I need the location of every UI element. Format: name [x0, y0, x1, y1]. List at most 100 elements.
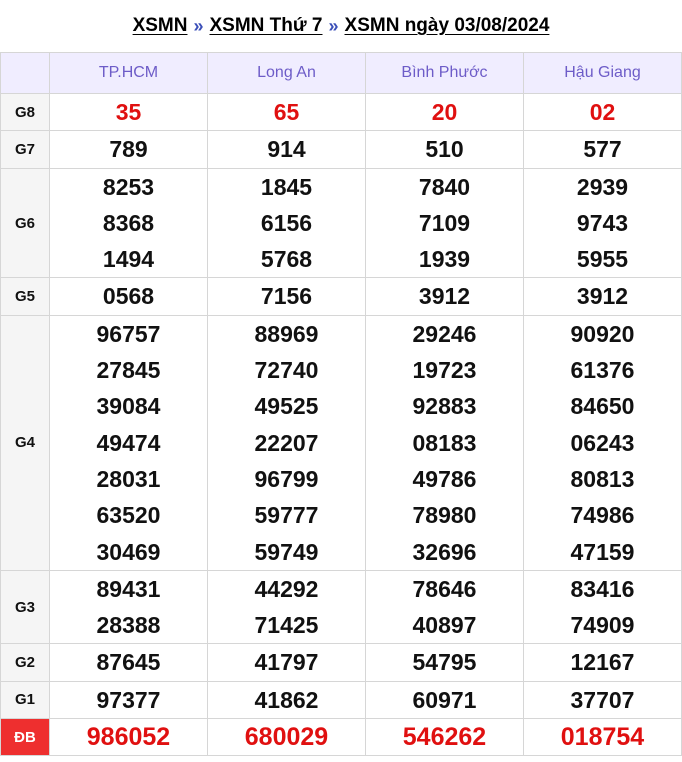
- prize-number: 914: [267, 136, 306, 163]
- prize-number: 39084: [96, 393, 161, 420]
- prize-cell: 29246 19723 92883 08183 49786 78980 32696: [365, 314, 524, 571]
- prize-row-g5: G5 0568 7156 3912 3912: [0, 277, 682, 316]
- prize-number: 5768: [260, 246, 313, 273]
- prize-number: 54795: [412, 649, 477, 676]
- prize-number: 1494: [102, 246, 155, 273]
- prize-number: 92883: [412, 393, 477, 420]
- prize-number: 986052: [86, 723, 171, 752]
- prize-number: 8253: [102, 173, 155, 200]
- prize-cell: 7156: [207, 277, 366, 316]
- prize-number: 7109: [418, 209, 471, 236]
- prize-row-g4: G4 96757 27845 39084 49474 28031 63520 30469 889…: [0, 314, 682, 571]
- prize-number: 28031: [96, 465, 161, 492]
- prize-number: 74986: [570, 502, 635, 529]
- prize-number: 84650: [570, 393, 635, 420]
- prize-label: G2: [0, 643, 50, 682]
- prize-number: 29246: [412, 320, 477, 347]
- prize-number: 71425: [254, 612, 319, 639]
- prize-cell: 44292 71425: [207, 569, 366, 645]
- prize-number: 12167: [570, 649, 635, 676]
- prize-number: 59777: [254, 502, 319, 529]
- prize-cell: 2939 9743 5955: [523, 167, 682, 279]
- prize-number: 28388: [96, 612, 161, 639]
- breadcrumb-link-xsmn[interactable]: XSMN: [133, 15, 188, 37]
- prize-number: 546262: [402, 723, 487, 752]
- prize-number: 96799: [254, 465, 319, 492]
- prize-cell: 7840 7109 1939: [365, 167, 524, 279]
- prize-number: 6156: [260, 209, 313, 236]
- prize-cell: 789: [49, 130, 208, 169]
- province-header-binh-phuoc: Bình Phước: [365, 52, 524, 94]
- prize-number: 02: [589, 99, 616, 125]
- prize-cell: 0568: [49, 277, 208, 316]
- prize-cell: 41797: [207, 643, 366, 682]
- prize-number: 577: [583, 136, 622, 163]
- prize-row-đb: ĐB 986052 680029 546262 018754: [0, 718, 682, 757]
- prize-number: 41862: [254, 686, 319, 713]
- prize-label: G4: [0, 314, 50, 571]
- prize-number: 78980: [412, 502, 477, 529]
- prize-cell: 89431 28388: [49, 569, 208, 645]
- prize-number: 61376: [570, 357, 635, 384]
- prize-cell: 65: [207, 92, 366, 132]
- prize-number: 72740: [254, 357, 319, 384]
- prize-body: G8 35 65 20 02 G7 789 914 510 577 G6 8253 8368 1494 18…: [0, 92, 682, 757]
- prize-number: 80813: [570, 465, 635, 492]
- breadcrumb-separator: »: [328, 15, 339, 36]
- prize-cell: 3912: [365, 277, 524, 316]
- prize-label: G5: [0, 277, 50, 316]
- prize-number: 680029: [244, 723, 329, 752]
- breadcrumb-link-xsmn-date[interactable]: XSMN ngày 03/08/2024: [345, 15, 550, 37]
- prize-cell: 83416 74909: [523, 569, 682, 645]
- prize-number: 9743: [576, 209, 629, 236]
- prize-number: 37707: [570, 686, 635, 713]
- prize-cell: 54795: [365, 643, 524, 682]
- prize-number: 0568: [102, 283, 155, 310]
- prize-cell: 35: [49, 92, 208, 132]
- prize-cell: 510: [365, 130, 524, 169]
- prize-number: 3912: [576, 283, 629, 310]
- prize-cell: 12167: [523, 643, 682, 682]
- prize-cell: 41862: [207, 680, 366, 720]
- prize-cell: 96757 27845 39084 49474 28031 63520 30469: [49, 314, 208, 571]
- prize-number: 83416: [570, 575, 635, 602]
- prize-row-g8: G8 35 65 20 02: [0, 92, 682, 132]
- prize-cell: 87645: [49, 643, 208, 682]
- prize-cell: 78646 40897: [365, 569, 524, 645]
- prize-cell: 02: [523, 92, 682, 132]
- province-header-long-an: Long An: [207, 52, 366, 94]
- prize-cell: 8253 8368 1494: [49, 167, 208, 279]
- prize-number: 30469: [96, 538, 161, 565]
- prize-cell: 577: [523, 130, 682, 169]
- prize-number: 88969: [254, 320, 319, 347]
- prize-cell: 546262: [365, 718, 524, 757]
- prize-number: 3912: [418, 283, 471, 310]
- prize-number: 7840: [418, 173, 471, 200]
- prize-label: ĐB: [0, 718, 50, 757]
- prize-number: 96757: [96, 320, 161, 347]
- province-header-row: TP.HCM Long An Bình Phước Hậu Giang: [0, 52, 682, 94]
- prize-number: 8368: [102, 209, 155, 236]
- breadcrumb-link-xsmn-thu-7[interactable]: XSMN Thứ 7: [210, 15, 323, 37]
- prize-number: 20: [431, 99, 458, 125]
- prize-cell: 60971: [365, 680, 524, 720]
- prize-number: 49786: [412, 465, 477, 492]
- prize-number: 44292: [254, 575, 319, 602]
- prize-number: 87645: [96, 649, 161, 676]
- prize-number: 1939: [418, 246, 471, 273]
- breadcrumb-separator: »: [193, 15, 204, 36]
- prize-number: 32696: [412, 538, 477, 565]
- prize-number: 22207: [254, 429, 319, 456]
- prize-number: 7156: [260, 283, 313, 310]
- prize-number: 49474: [96, 429, 161, 456]
- prize-cell: 018754: [523, 718, 682, 757]
- prize-cell: 914: [207, 130, 366, 169]
- prize-number: 74909: [570, 612, 635, 639]
- prize-number: 97377: [96, 686, 161, 713]
- prize-number: 018754: [560, 723, 645, 752]
- prize-cell: 1845 6156 5768: [207, 167, 366, 279]
- prize-row-g7: G7 789 914 510 577: [0, 130, 682, 169]
- prize-number: 27845: [96, 357, 161, 384]
- prize-cell: 3912: [523, 277, 682, 316]
- prize-number: 59749: [254, 538, 319, 565]
